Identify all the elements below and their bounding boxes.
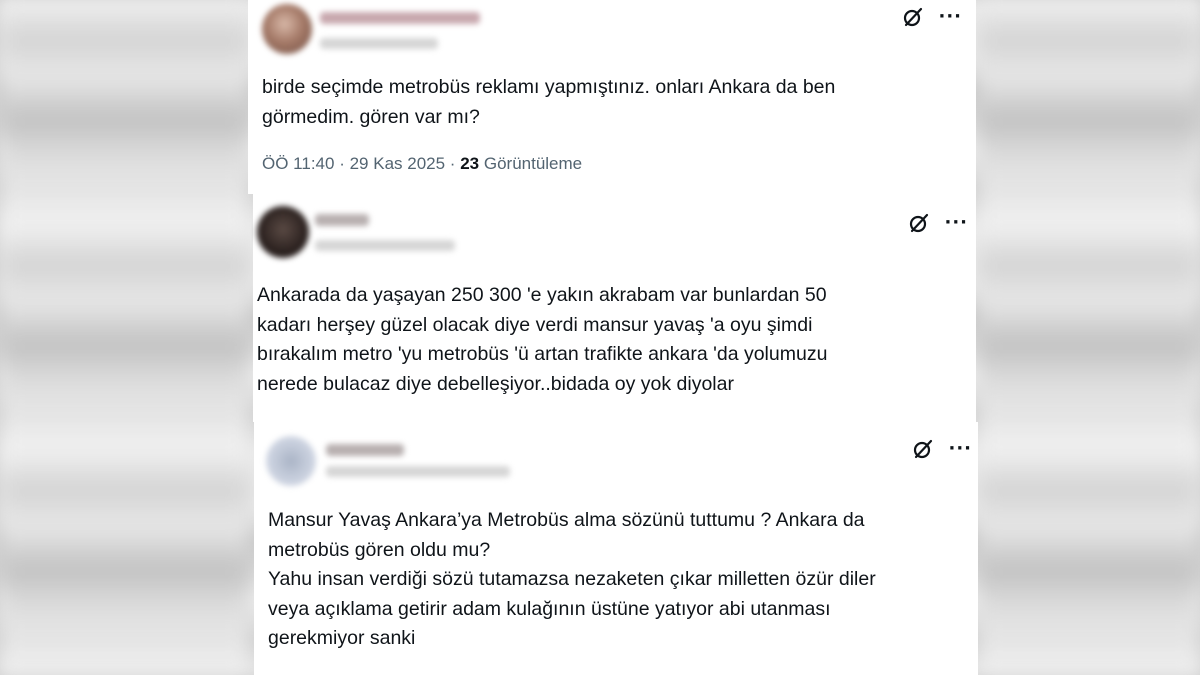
blurred-backdrop-right	[978, 0, 1200, 675]
blurred-username	[315, 240, 455, 251]
blurred-username	[320, 38, 438, 49]
tweet-actions: ···	[912, 438, 972, 460]
grok-icon[interactable]	[902, 6, 924, 28]
tweet-card: ··· birde seçimde metrobüs reklamı yapmı…	[248, 0, 976, 194]
tweet-date[interactable]: 29 Kas 2025	[350, 154, 445, 173]
meta-separator: ·	[449, 154, 456, 173]
more-icon[interactable]: ···	[938, 8, 962, 26]
avatar[interactable]	[257, 206, 309, 258]
tweet-time[interactable]: ÖÖ 11:40	[262, 154, 334, 173]
blurred-display-name	[320, 12, 480, 24]
avatar[interactable]	[266, 436, 316, 486]
views-count: 23	[460, 154, 480, 173]
tweet-text: birde seçimde metrobüs reklamı yapmıştın…	[262, 76, 836, 128]
more-icon[interactable]: ···	[948, 440, 972, 458]
blurred-backdrop-left	[0, 0, 250, 675]
grok-icon[interactable]	[912, 438, 934, 460]
views-label: Görüntüleme	[483, 154, 583, 173]
tweet-text: Mansur Yavaş Ankara’ya Metrobüs alma söz…	[268, 509, 876, 649]
more-icon[interactable]: ···	[944, 214, 968, 232]
blurred-username	[326, 466, 510, 477]
meta-separator: ·	[339, 154, 345, 173]
blurred-display-name	[315, 214, 369, 226]
tweet-actions: ···	[908, 212, 968, 234]
tweet-card: ··· Mansur Yavaş Ankara’ya Metrobüs alma…	[254, 422, 978, 675]
avatar[interactable]	[262, 4, 312, 54]
grok-icon[interactable]	[908, 212, 930, 234]
tweet-actions: ···	[902, 6, 962, 28]
tweet-card: ··· Ankarada da yaşayan 250 300 'e yakın…	[253, 194, 976, 422]
blurred-display-name	[326, 444, 404, 456]
tweet-text: Ankarada da yaşayan 250 300 'e yakın akr…	[257, 284, 828, 395]
tweet-meta: ÖÖ 11:40 · 29 Kas 2025 · 23 Görüntüleme	[262, 154, 582, 174]
